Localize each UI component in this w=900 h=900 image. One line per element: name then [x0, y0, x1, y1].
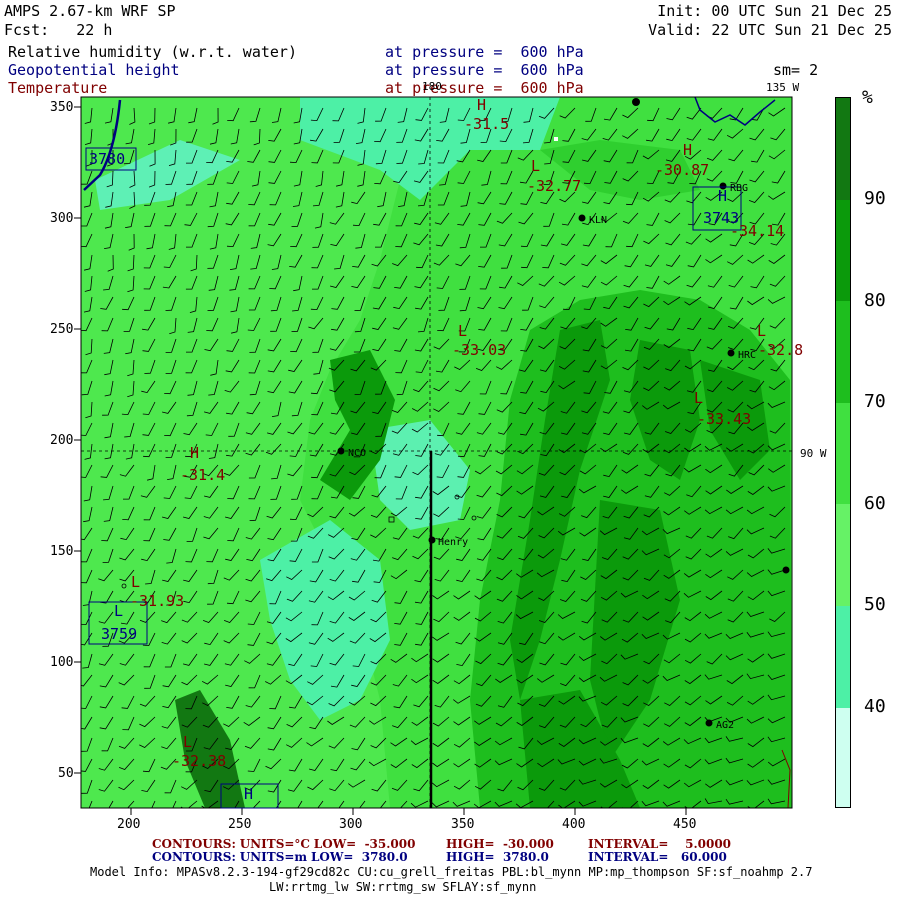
temp-label-33-43: -33.43 — [697, 410, 752, 428]
colorbar-segment — [836, 707, 850, 807]
low-marker-center: L — [458, 322, 468, 340]
x-tick-450: 450 — [673, 817, 697, 832]
colorbar — [835, 97, 851, 808]
y-tick-250: 250 — [50, 322, 74, 337]
lon-label-180: 180 — [422, 80, 442, 93]
temp-label-30-87: -30.87 — [655, 161, 710, 179]
y-tick-350: 350 — [50, 100, 74, 115]
temp-label-34-14: -34.14 — [730, 222, 785, 240]
y-tick-300: 300 — [50, 211, 74, 226]
height-label-3780: 3780 — [89, 150, 126, 168]
low-marker-north: L — [531, 157, 541, 175]
high-marker-top: H — [477, 96, 487, 114]
low-marker-sw: L — [114, 602, 124, 620]
high-marker-west: H — [190, 444, 200, 462]
low-marker-east: L — [757, 322, 767, 340]
high-marker-rbg: H — [718, 187, 728, 205]
low-marker-se: L — [694, 389, 704, 407]
footer-model-info: Model Info: MPASv8.2.3-194-gf29cd82c CU:… — [90, 865, 813, 879]
footer-height-low: LOW= 3780.0 — [310, 850, 408, 864]
x-tick-400: 400 — [562, 817, 586, 832]
temp-label-32-77: -32.77 — [527, 177, 582, 195]
footer-height-interval-value: INTERVAL= 60.000 — [588, 850, 727, 864]
temp-label-31-5: -31.5 — [464, 115, 510, 133]
colorbar-unit: % — [862, 87, 873, 108]
footer-model-info-2: LW:rrtmg_lw SW:rrtmg_sw SFLAY:sf_mynn — [269, 880, 537, 894]
x-tick-300: 300 — [339, 817, 363, 832]
footer-temp-units: UNITS=°C — [239, 837, 310, 851]
temp-label-32-8: -32.8 — [758, 341, 804, 359]
y-tick-50: 50 — [58, 766, 74, 781]
colorbar-label-80: 80 — [864, 290, 886, 311]
temp-label-31-93: -31.93 — [130, 592, 185, 610]
y-tick-200: 200 — [50, 433, 74, 448]
footer-height-high-value: HIGH= 3780.0 — [446, 850, 549, 864]
station-henry: Henry — [438, 537, 469, 548]
footer-height-interval: INTERVAL= 60.000 — [588, 851, 727, 864]
x-tick-200: 200 — [117, 817, 141, 832]
station-rbg: RBG — [730, 183, 749, 194]
x-tick-350: 350 — [451, 817, 475, 832]
rh-field — [81, 97, 792, 808]
footer-height-contours: CONTOURS: UNITS=m LOW= 3780.0 — [152, 851, 408, 864]
footer-temp-low: LOW= -35.000 — [313, 837, 416, 851]
low-marker-sw2: L — [183, 733, 193, 751]
lon-label-135w: 135 W — [766, 81, 800, 94]
temp-label-33-03: -33.03 — [452, 341, 507, 359]
colorbar-label-60: 60 — [864, 493, 886, 514]
colorbar-segment — [836, 402, 850, 505]
lon-label-90w: 90 W — [800, 447, 827, 460]
colorbar-label-50: 50 — [864, 594, 886, 615]
footer-temp-high-value: HIGH= -30.000 — [446, 837, 554, 851]
white-marker — [554, 137, 558, 141]
station-kln: KLN — [589, 215, 608, 226]
temp-label-31-4: -31.4 — [180, 466, 226, 484]
height-label-3759: 3759 — [101, 625, 138, 643]
colorbar-segment — [836, 504, 850, 606]
colorbar-segment — [836, 301, 850, 403]
footer-height-units: UNITS=m — [239, 850, 308, 864]
y-tick-100: 100 — [50, 655, 74, 670]
colorbar-segment — [836, 98, 850, 200]
colorbar-segment — [836, 605, 850, 708]
x-tick-250: 250 — [228, 817, 252, 832]
colorbar-segment — [836, 199, 850, 302]
footer-height-high: HIGH= 3780.0 — [446, 851, 549, 864]
station-ag2: AG2 — [716, 720, 735, 731]
high-marker-bottom: H — [244, 785, 254, 803]
temp-label-32-38: -32.38 — [172, 752, 227, 770]
station-hrc: HRC — [738, 350, 757, 361]
footer-temp-interval-value: INTERVAL= 5.0000 — [588, 837, 732, 851]
map-plot — [74, 96, 793, 815]
colorbar-label-90: 90 — [864, 188, 886, 209]
high-marker-ne: H — [683, 141, 693, 159]
y-tick-150: 150 — [50, 544, 74, 559]
low-marker-west: L — [131, 573, 141, 591]
footer-temp-label: CONTOURS: — [152, 837, 236, 851]
station-nco: NCO — [348, 448, 367, 459]
footer-height-label: CONTOURS: — [152, 850, 236, 864]
colorbar-label-70: 70 — [864, 391, 886, 412]
colorbar-label-40: 40 — [864, 696, 886, 717]
